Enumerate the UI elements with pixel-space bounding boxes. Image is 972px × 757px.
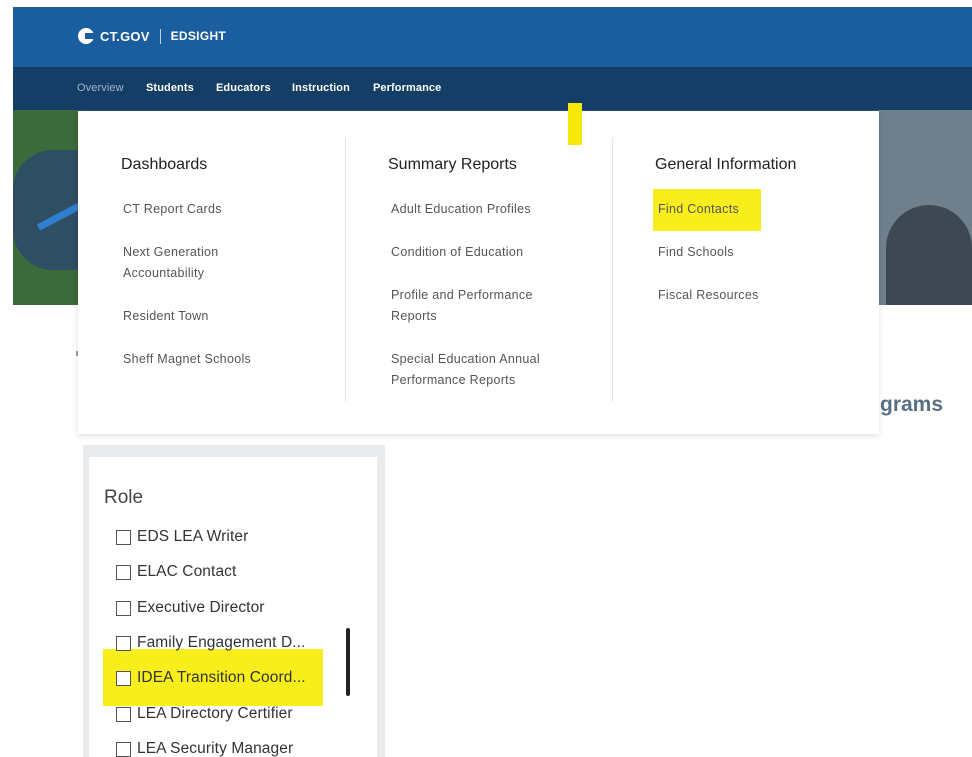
nav-students[interactable]: Students [146,82,194,94]
role-option-label: Family Engagement D... [137,634,306,651]
logo-text: CT.GOV [100,28,150,44]
nav-educators[interactable]: Educators [216,82,271,94]
role-option-label: LEA Directory Certifier [137,705,293,722]
nav-instruction[interactable]: Instruction [292,82,350,94]
site-name[interactable]: EDSIGHT [171,29,226,43]
ctgov-logo-icon [78,28,94,44]
role-option-lea-directory-certifier[interactable]: LEA Directory Certifier [116,704,293,724]
page-heading: grams [880,393,944,416]
dashboards-heading: Dashboards [121,156,208,173]
checkbox[interactable] [116,600,131,616]
page-text-fragment [76,351,78,356]
link-resident-town[interactable]: Resident Town [123,306,209,327]
role-option-family-engagement[interactable]: Family Engagement D... [116,633,305,653]
link-fiscal-resources[interactable]: Fiscal Resources [658,285,759,306]
role-option-label: IDEA Transition Coord... [137,669,306,686]
role-option-label: LEA Security Manager [137,740,294,757]
role-option-lea-security-manager[interactable]: LEA Security Manager [116,739,293,757]
link-condition-of-education[interactable]: Condition of Education [391,242,523,263]
logo-divider [159,28,161,44]
link-find-contacts[interactable]: Find Contacts [658,199,739,220]
role-option-executive-director[interactable]: Executive Director [116,598,265,618]
link-find-schools[interactable]: Find Schools [658,242,734,263]
role-option-label: EDS LEA Writer [137,528,249,545]
role-option-label: ELAC Contact [137,563,237,580]
checkbox[interactable] [116,564,131,580]
link-ct-report-cards[interactable]: CT Report Cards [123,199,222,220]
menu-divider [345,138,346,402]
menu-divider [612,138,613,402]
role-option-eds-lea-writer[interactable]: EDS LEA Writer [116,527,248,547]
link-next-generation-accountability[interactable]: Next Generation Accountability [123,242,253,284]
checkbox[interactable] [116,706,131,722]
role-option-label: Executive Director [137,599,265,616]
role-list-scrollbar[interactable] [346,628,350,696]
summary-reports-heading: Summary Reports [388,156,517,173]
checkbox[interactable] [116,529,131,545]
checkbox[interactable] [116,635,131,651]
role-option-elac-contact[interactable]: ELAC Contact [116,562,236,582]
hero-image-right-shape [886,205,972,305]
overview-dropdown-menu: Dashboards CT Report Cards Next Generati… [78,111,879,434]
general-information-heading: General Information [655,156,797,173]
nav-overview[interactable]: Overview [77,82,124,94]
checkbox[interactable] [116,670,131,686]
link-profile-and-performance-reports[interactable]: Profile and Performance Reports [391,285,566,327]
link-special-education-annual-performance-reports[interactable]: Special Education Annual Performance Rep… [391,349,576,391]
role-filter-title: Role [104,487,144,508]
highlight-marker [568,103,582,145]
link-adult-education-profiles[interactable]: Adult Education Profiles [391,199,531,220]
role-option-idea-transition-coordinator[interactable]: IDEA Transition Coord... [116,668,306,688]
checkbox[interactable] [116,741,131,757]
link-sheff-magnet-schools[interactable]: Sheff Magnet Schools [123,349,251,370]
nav-performance[interactable]: Performance [373,82,441,94]
ctgov-logo[interactable]: CT.GOV EDSIGHT [78,28,226,44]
